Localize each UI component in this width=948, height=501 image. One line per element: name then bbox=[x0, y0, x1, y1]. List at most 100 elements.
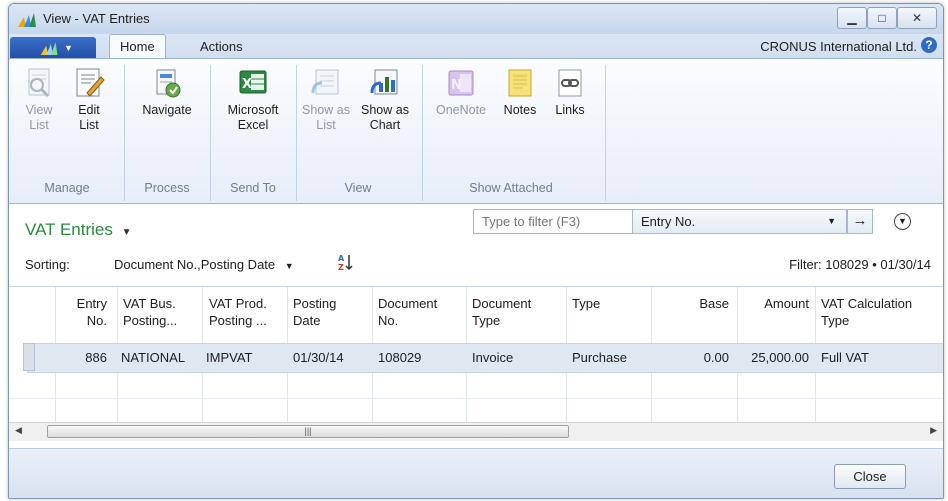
window-title: View - VAT Entries bbox=[43, 11, 150, 26]
view-list-label: View List bbox=[25, 103, 53, 132]
column-header-base[interactable]: Base bbox=[651, 295, 729, 312]
header-line: Document bbox=[472, 296, 532, 311]
application-menu-button[interactable]: ▼ bbox=[10, 37, 96, 59]
close-button[interactable]: Close bbox=[834, 464, 906, 489]
column-header-amount[interactable]: Amount bbox=[737, 295, 809, 312]
tab-home[interactable]: Home bbox=[109, 34, 166, 60]
group-label-send-to: Send To bbox=[230, 181, 276, 195]
ribbon: View List Edit List Navigate X Microsoft… bbox=[9, 58, 943, 204]
expand-filter-button[interactable]: ▼ bbox=[894, 213, 911, 230]
notes-label: Notes bbox=[503, 103, 537, 117]
header-line: Entry bbox=[76, 296, 107, 311]
header-line: Type bbox=[572, 296, 601, 311]
cell-vat-calculation-type: Full VAT bbox=[821, 350, 869, 365]
onenote-button[interactable]: N OneNote bbox=[429, 67, 493, 118]
header-line: Amount bbox=[764, 296, 809, 311]
column-header-vat-calculation-type[interactable]: VAT Calculation Type bbox=[821, 295, 912, 329]
column-header-vat-bus-posting[interactable]: VAT Bus. Posting... bbox=[123, 295, 177, 329]
filter-field-select[interactable]: Entry No. ▼ bbox=[633, 209, 847, 234]
row-selector[interactable] bbox=[23, 343, 35, 371]
chevron-down-icon: ▼ bbox=[827, 216, 836, 226]
title-bar: View - VAT Entries ▁ □ ✕ bbox=[9, 4, 943, 34]
cell-base: 0.00 bbox=[703, 350, 729, 365]
tab-actions[interactable]: Actions bbox=[190, 35, 253, 59]
close-window-button[interactable]: ✕ bbox=[897, 7, 937, 29]
notes-icon bbox=[508, 69, 532, 97]
cell-document-type: Invoice bbox=[472, 350, 514, 365]
page-title-text: VAT Entries bbox=[25, 220, 113, 239]
sorting-label: Sorting: bbox=[25, 257, 70, 272]
chart-icon bbox=[370, 69, 398, 95]
cell-posting-date: 01/30/14 bbox=[293, 350, 344, 365]
column-header-entry-no[interactable]: Entry No. bbox=[55, 295, 107, 329]
apply-filter-button[interactable]: → bbox=[847, 209, 873, 234]
header-line: Type bbox=[472, 313, 501, 328]
header-line: Date bbox=[293, 313, 321, 328]
svg-text:N: N bbox=[451, 78, 462, 93]
chevron-down-icon: ▼ bbox=[64, 43, 73, 53]
ribbon-separator bbox=[422, 65, 423, 201]
show-as-list-button[interactable]: Show as List bbox=[301, 67, 351, 133]
chevron-down-icon: ▼ bbox=[121, 227, 132, 238]
svg-text:A: A bbox=[338, 254, 345, 263]
show-as-list-icon bbox=[311, 69, 339, 95]
group-label-view: View bbox=[344, 181, 372, 195]
header-line: Posting... bbox=[123, 313, 178, 328]
column-header-type[interactable]: Type bbox=[572, 295, 600, 312]
minimize-button[interactable]: ▁ bbox=[837, 7, 867, 29]
arrow-right-icon: → bbox=[852, 212, 868, 229]
scrollbar-thumb[interactable]: ||| bbox=[47, 425, 569, 438]
microsoft-excel-button[interactable]: X Microsoft Excel bbox=[217, 67, 289, 133]
sort-az-icon: A Z bbox=[338, 254, 353, 272]
cell-vat-prod-posting: IMPVAT bbox=[206, 350, 253, 365]
header-line: VAT Calculation bbox=[821, 296, 913, 311]
window: View - VAT Entries ▁ □ ✕ ▼ Home Actions … bbox=[8, 3, 944, 499]
links-button[interactable]: Links bbox=[547, 67, 593, 118]
app-logo-icon bbox=[40, 42, 58, 55]
navigate-button[interactable]: Navigate bbox=[131, 67, 203, 118]
header-line: VAT Bus. bbox=[123, 296, 176, 311]
filter-summary: Filter: 108029 • 01/30/14 bbox=[789, 257, 931, 272]
ribbon-separator bbox=[296, 65, 297, 201]
show-as-chart-button[interactable]: Show as Chart bbox=[355, 67, 415, 133]
list-page: VAT Entries ▼ Type to filter (F3) Entry … bbox=[9, 204, 943, 448]
microsoft-excel-label: Microsoft Excel bbox=[227, 103, 279, 132]
ribbon-separator bbox=[124, 65, 125, 201]
notes-button[interactable]: Notes bbox=[495, 67, 545, 118]
scroll-left-icon[interactable]: ◀ bbox=[15, 425, 22, 436]
sort-ascending-button[interactable]: A Z bbox=[337, 252, 357, 275]
scroll-right-icon[interactable]: ▶ bbox=[930, 425, 937, 436]
filter-input[interactable]: Type to filter (F3) bbox=[473, 209, 633, 234]
data-grid: Entry No. VAT Bus. Posting... VAT Prod. Pos… bbox=[9, 286, 943, 425]
close-icon: ✕ bbox=[911, 11, 923, 25]
cell-document-no: 108029 bbox=[378, 350, 422, 365]
column-header-posting-date[interactable]: Posting Date bbox=[293, 295, 336, 329]
ribbon-separator bbox=[605, 65, 606, 201]
column-header-document-type[interactable]: Document Type bbox=[472, 295, 531, 329]
edit-list-button[interactable]: Edit List bbox=[67, 67, 111, 133]
header-line: No. bbox=[378, 313, 399, 328]
show-as-chart-label: Show as Chart bbox=[361, 103, 409, 132]
group-label-show-attached: Show Attached bbox=[469, 181, 553, 195]
show-as-list-label: Show as List bbox=[302, 103, 350, 132]
view-list-icon bbox=[28, 68, 50, 98]
column-header-vat-prod-posting[interactable]: VAT Prod. Posting ... bbox=[209, 295, 267, 329]
edit-list-icon bbox=[76, 68, 105, 97]
help-icon[interactable]: ? bbox=[921, 37, 937, 53]
navigate-label: Navigate bbox=[142, 103, 192, 117]
page-title[interactable]: VAT Entries ▼ bbox=[25, 220, 132, 240]
cell-amount: 25,000.00 bbox=[751, 350, 809, 365]
maximize-button[interactable]: □ bbox=[867, 7, 897, 29]
sorting-select[interactable]: Document No.,Posting Date ▼ bbox=[114, 257, 294, 272]
minimize-icon: ▁ bbox=[847, 11, 857, 25]
header-line: VAT Prod. bbox=[209, 296, 267, 311]
onenote-icon: N bbox=[448, 70, 474, 96]
view-list-button[interactable]: View List bbox=[17, 67, 61, 133]
header-line: Posting ... bbox=[209, 313, 267, 328]
cell-entry-no: 886 bbox=[85, 350, 107, 365]
column-header-document-no[interactable]: Document No. bbox=[378, 295, 437, 329]
company-name: CRONUS International Ltd. bbox=[760, 39, 917, 54]
maximize-icon: □ bbox=[878, 11, 886, 25]
svg-text:X: X bbox=[242, 77, 252, 92]
horizontal-scrollbar[interactable]: ◀ ||| ▶ bbox=[9, 422, 943, 441]
